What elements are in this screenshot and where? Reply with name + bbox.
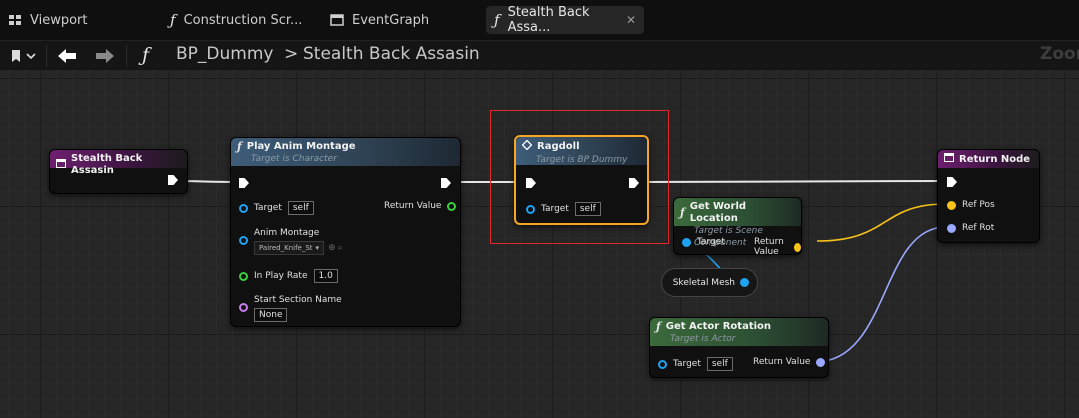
bookmark-icon bbox=[12, 50, 36, 62]
exec-out-pin[interactable] bbox=[441, 178, 451, 188]
node-header: Stealth Back Assasin bbox=[50, 150, 187, 176]
ragdoll-node[interactable]: Ragdoll Target is BP Dummy Target self bbox=[514, 135, 649, 225]
node-title: Get World Location bbox=[689, 201, 747, 224]
get-world-location-node[interactable]: ƒ Get World Location Target is Scene Comp… bbox=[673, 197, 802, 257]
grid-icon bbox=[8, 13, 22, 27]
return-value-pin[interactable]: Return Value bbox=[754, 237, 801, 257]
pin-label: Return Value bbox=[384, 201, 442, 211]
tab-event-graph[interactable]: EventGraph bbox=[322, 6, 437, 34]
tab-viewport[interactable]: Viewport bbox=[0, 6, 96, 34]
event-graph-icon bbox=[330, 13, 344, 27]
start-section-pin[interactable]: Start Section Name None bbox=[239, 295, 342, 322]
variable-label: Skeletal Mesh bbox=[672, 277, 735, 288]
node-header: Ragdoll Target is BP Dummy bbox=[516, 137, 647, 165]
exec-in-pin[interactable] bbox=[526, 178, 536, 188]
start-section-field[interactable]: None bbox=[254, 308, 288, 322]
custom-event-icon bbox=[521, 139, 533, 154]
arrow-right-icon bbox=[96, 49, 114, 63]
target-pin[interactable]: Target bbox=[682, 237, 725, 247]
return-value-pin[interactable]: Return Value bbox=[384, 201, 457, 211]
pin-label: Start Section Name bbox=[254, 295, 342, 305]
node-title: Stealth Back Assasin bbox=[71, 153, 143, 176]
pin-label: Return Value bbox=[754, 237, 784, 257]
return-node-icon bbox=[944, 153, 954, 166]
ref-rot-pin[interactable]: Ref Rot bbox=[947, 223, 994, 233]
target-value-field[interactable]: self bbox=[574, 202, 601, 216]
pin-label: Target bbox=[697, 237, 725, 247]
back-arrow-button[interactable] bbox=[54, 46, 80, 66]
close-icon[interactable]: ✕ bbox=[626, 13, 636, 27]
target-pin[interactable]: Target self bbox=[239, 201, 314, 215]
node-subtitle: Target is BP Dummy bbox=[536, 155, 628, 165]
tab-label: EventGraph bbox=[352, 12, 430, 28]
play-rate-field[interactable]: 1.0 bbox=[313, 269, 338, 283]
node-subtitle: Target is Character bbox=[251, 154, 337, 164]
function-icon: ƒ bbox=[170, 11, 176, 29]
function-icon: ƒ bbox=[237, 140, 242, 153]
ref-pos-pin[interactable]: Ref Pos bbox=[947, 200, 995, 210]
pin-label: In Play Rate bbox=[254, 271, 308, 281]
function-icon: ƒ bbox=[494, 11, 500, 29]
tab-label: Viewport bbox=[30, 12, 88, 28]
bookmark-dropdown-button[interactable] bbox=[6, 46, 42, 66]
node-title: Ragdoll bbox=[537, 141, 580, 152]
browse-search-icon[interactable]: ⌕ bbox=[338, 243, 343, 253]
target-value-field[interactable]: self bbox=[706, 357, 733, 371]
output-pin[interactable] bbox=[740, 278, 749, 287]
pin-label: Target bbox=[254, 203, 282, 213]
node-header: Return Node bbox=[938, 150, 1039, 168]
node-header: ƒ Play Anim Montage Target is Character bbox=[231, 138, 460, 166]
node-title: Play Anim Montage bbox=[246, 141, 356, 152]
node-title: Return Node bbox=[959, 153, 1031, 165]
breadcrumb-blueprint[interactable]: BP_Dummy bbox=[176, 44, 273, 64]
function-entry-node[interactable]: Stealth Back Assasin bbox=[49, 149, 188, 194]
target-pin[interactable]: Target self bbox=[658, 357, 733, 371]
tab-construction-script[interactable]: ƒ Construction Scr... bbox=[162, 6, 310, 34]
function-entry-icon bbox=[56, 158, 66, 172]
tab-stealth-back-assasin[interactable]: ƒ Stealth Back Assa... ✕ bbox=[486, 5, 644, 35]
pin-label: Return Value bbox=[753, 357, 811, 367]
chevron-down-icon: ▾ bbox=[315, 244, 320, 252]
node-header: ƒ Get World Location Target is Scene Comp… bbox=[674, 198, 801, 248]
function-icon: ƒ bbox=[142, 44, 150, 66]
breadcrumb-separator: > bbox=[284, 44, 299, 64]
pin-label: Target bbox=[673, 359, 701, 369]
anim-montage-pin[interactable]: Anim Montage Paired_Knife_St ▾ ⊕ ⌕ bbox=[239, 228, 343, 255]
pin-label: Target bbox=[541, 204, 569, 214]
breadcrumb-bar: ƒ BP_Dummy > Stealth Back Assasin Zoom bbox=[0, 40, 1079, 70]
arrow-left-icon bbox=[58, 49, 76, 63]
tab-label: Construction Scr... bbox=[183, 12, 303, 28]
breadcrumb-graph[interactable]: Stealth Back Assasin bbox=[303, 44, 480, 64]
exec-in-pin[interactable] bbox=[239, 178, 249, 188]
exec-out-pin[interactable] bbox=[629, 178, 639, 188]
exec-in-pin[interactable] bbox=[947, 177, 957, 187]
skeletal-mesh-variable[interactable]: Skeletal Mesh bbox=[661, 268, 758, 297]
node-subtitle: Target is Actor bbox=[670, 334, 736, 344]
use-selected-icon[interactable]: ⊕ bbox=[328, 243, 336, 253]
forward-arrow-button[interactable] bbox=[92, 46, 118, 66]
pin-label: Ref Rot bbox=[962, 223, 995, 233]
exec-out-pin[interactable] bbox=[168, 175, 178, 185]
tab-label: Stealth Back Assa... bbox=[507, 5, 590, 35]
function-icon: ƒ bbox=[680, 206, 685, 219]
play-anim-montage-node[interactable]: ƒ Play Anim Montage Target is Character T… bbox=[230, 137, 461, 327]
in-play-rate-pin[interactable]: In Play Rate 1.0 bbox=[239, 269, 338, 283]
pin-label: Anim Montage bbox=[254, 228, 320, 238]
target-pin[interactable]: Target self bbox=[526, 202, 601, 216]
node-title: Get Actor Rotation bbox=[665, 321, 772, 332]
return-value-pin[interactable]: Return Value bbox=[753, 357, 826, 367]
get-actor-rotation-node[interactable]: ƒ Get Actor Rotation Target is Actor Targ… bbox=[649, 317, 829, 378]
return-node[interactable]: Return Node Ref Pos Ref Rot bbox=[937, 149, 1040, 243]
target-value-field[interactable]: self bbox=[287, 201, 314, 215]
tab-bar: Viewport ƒ Construction Scr... EventGrap… bbox=[0, 0, 1079, 40]
function-icon: ƒ bbox=[656, 320, 661, 333]
pin-label: Ref Pos bbox=[962, 200, 995, 210]
anim-montage-dropdown[interactable]: Paired_Knife_St ▾ bbox=[254, 241, 325, 255]
zoom-label: Zoom bbox=[1040, 44, 1079, 64]
node-header: ƒ Get Actor Rotation Target is Actor bbox=[650, 318, 828, 346]
